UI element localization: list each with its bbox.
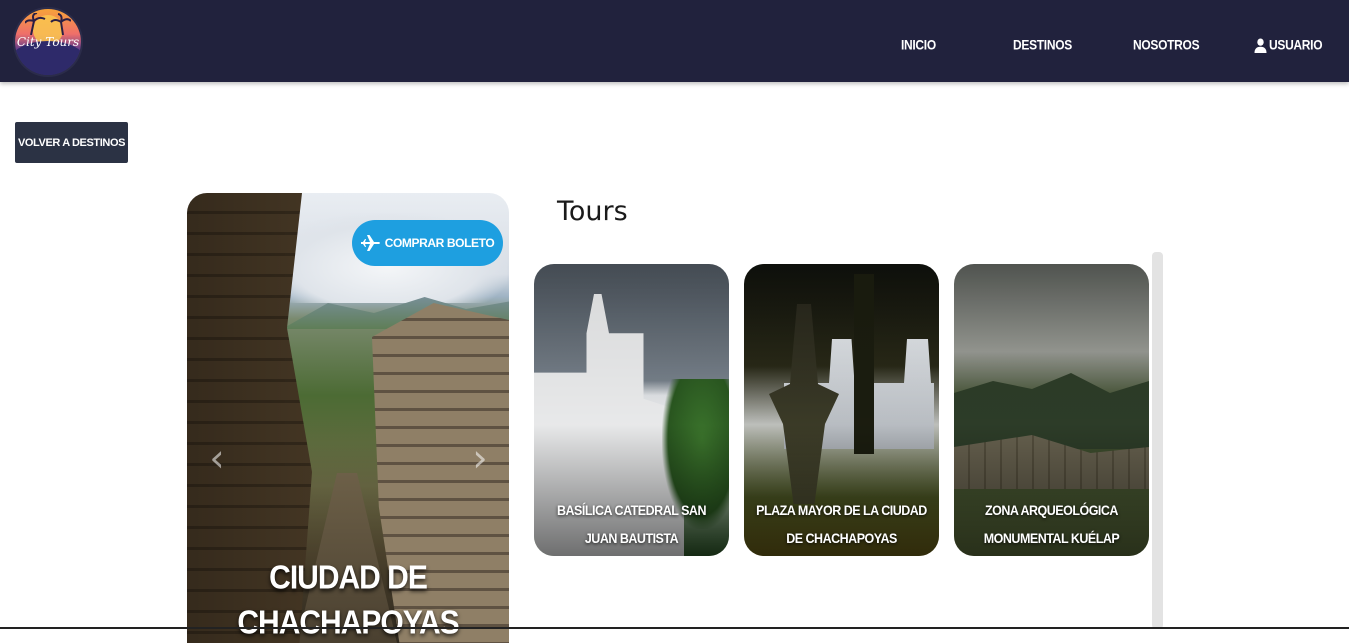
destination-hero-carousel: COMPRAR BOLETO ‹ › CIUDAD DE CHACHAPOYAS [187,193,509,643]
tour-card-catedral[interactable]: BASÍLICA CATEDRAL SAN JUAN BAUTISTA [534,264,729,556]
tour-card-kuelap[interactable]: ZONA ARQUEOLÓGICA MONUMENTAL KUÉLAP [954,264,1149,556]
back-to-destinations-button[interactable]: VOLVER A DESTINOS [15,122,128,163]
nav-usuario-label: USUARIO [1269,36,1323,54]
nav-inicio[interactable]: INICIO [901,37,936,53]
tours-list: BASÍLICA CATEDRAL SAN JUAN BAUTISTA PLAZ… [534,252,1164,629]
chevron-left-icon[interactable]: ‹ [202,438,232,478]
tour-card-title: PLAZA MAYOR DE LA CIUDAD DE CHACHAPOYAS [756,502,927,547]
nav-usuario[interactable]: USUARIO [1254,36,1323,54]
nav-destinos[interactable]: DESTINOS [1013,37,1072,53]
nav-nosotros[interactable]: NOSOTROS [1133,37,1200,53]
plane-icon [360,235,380,251]
palm-tree-icon [25,13,71,35]
buy-ticket-label: COMPRAR BOLETO [384,236,495,250]
top-navbar: City Tours INICIO DESTINOS NOSOTROS USUA… [0,0,1349,82]
city-tours-logo[interactable]: City Tours [15,9,81,75]
destination-title: CIUDAD DE CHACHAPOYAS [237,559,459,642]
tour-card-title: ZONA ARQUEOLÓGICA MONUMENTAL KUÉLAP [983,502,1120,547]
tour-card-title: BASÍLICA CATEDRAL SAN JUAN BAUTISTA [557,502,707,547]
tour-card-plaza-mayor[interactable]: PLAZA MAYOR DE LA CIUDAD DE CHACHAPOYAS [744,264,939,556]
chevron-right-icon[interactable]: › [465,438,495,478]
tours-heading: Tours [557,196,628,227]
buy-ticket-button[interactable]: COMPRAR BOLETO [352,220,503,266]
user-icon [1254,37,1267,53]
tours-scrollbar[interactable] [1152,252,1163,629]
logo-text: City Tours [16,35,80,49]
